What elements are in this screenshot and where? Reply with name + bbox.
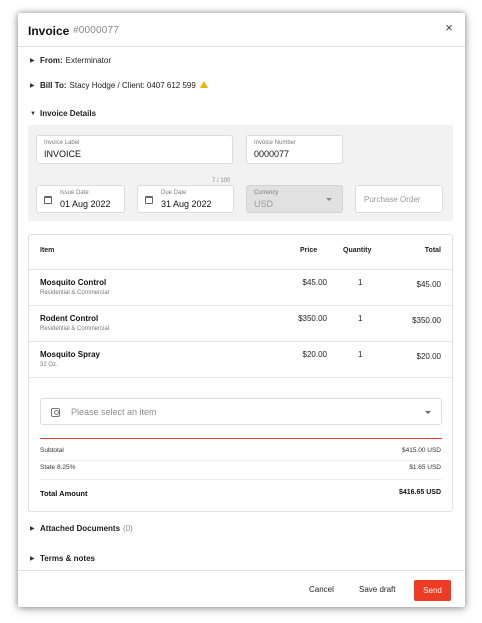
total-amount-label: Total Amount (40, 489, 88, 498)
item-description: 32 Oz. (40, 362, 58, 368)
terms-notes-label: Terms & notes (40, 554, 95, 563)
caret-right-icon: ▶ (30, 58, 35, 64)
terms-notes-section[interactable]: ▶ Terms & notes (30, 554, 98, 563)
invoice-number-label: #0000077 (73, 25, 120, 36)
line-items-card: Item Price Quantity Total Mosquito Contr… (28, 234, 453, 512)
item-total: $20.00 (416, 352, 441, 361)
divider (40, 479, 442, 480)
bill-to-value: Stacy Hodge / Client: 0407 612 599 (69, 81, 196, 90)
caret-right-icon: ▶ (30, 556, 35, 562)
invoice-number-field[interactable]: Invoice Number 0000077 (246, 135, 343, 164)
item-quantity: 1 (358, 350, 363, 359)
modal-header: Invoice #0000077 × (18, 13, 465, 47)
send-button[interactable]: Send (414, 580, 451, 601)
item-description: Residential & Commercial (40, 290, 110, 296)
divider (29, 305, 452, 306)
item-name: Mosquito Control (40, 278, 107, 287)
from-section[interactable]: ▶ From: Exterminator (30, 56, 111, 65)
item-price: $20.00 (302, 350, 327, 359)
invoice-label-value: INVOICE (44, 149, 82, 159)
from-label: From: (40, 56, 63, 65)
warning-icon (199, 81, 208, 88)
invoice-modal: Invoice #0000077 × ▶ From: Exterminator … (18, 13, 465, 607)
currency-value: USD (254, 199, 274, 209)
chevron-down-icon (425, 411, 431, 414)
divider (29, 341, 452, 342)
col-header-total: Total (424, 247, 441, 254)
attached-documents-count: (0) (123, 524, 133, 533)
item-total: $45.00 (416, 280, 441, 289)
divider (40, 438, 442, 439)
invoice-number-field-value: 0000077 (254, 149, 290, 159)
modal-footer: Cancel Save draft Send (18, 570, 465, 607)
issue-date-label: Issue Date (60, 190, 89, 196)
due-date-label: Due Date (161, 190, 187, 196)
issue-date-field[interactable]: Issue Date 01 Aug 2022 (36, 185, 125, 213)
total-amount-value: $416.65 USD (398, 489, 441, 496)
item-total: $350.00 (412, 316, 441, 325)
modal-title: Invoice (28, 24, 70, 38)
item-name: Mosquito Spray (40, 350, 101, 359)
calendar-icon (145, 196, 153, 204)
purchase-order-placeholder: Purchase Order (364, 195, 421, 204)
item-name: Rodent Control (40, 314, 99, 323)
bill-to-section[interactable]: ▶ Bill To: Stacy Hodge / Client: 0407 61… (30, 81, 208, 90)
item-price: $45.00 (302, 278, 327, 287)
subtotal-value: $415.00 USD (401, 447, 441, 454)
issue-date-value: 01 Aug 2022 (60, 199, 111, 209)
from-value: Exterminator (65, 56, 112, 65)
divider (29, 377, 452, 378)
close-button[interactable]: × (441, 20, 457, 36)
calendar-icon (44, 196, 52, 204)
attached-documents-label: Attached Documents (40, 524, 121, 533)
invoice-label-field[interactable]: Invoice Label INVOICE (36, 135, 233, 164)
invoice-details-panel: Invoice Label INVOICE 7 / 100 Invoice Nu… (28, 125, 453, 221)
chevron-down-icon (326, 198, 332, 201)
currency-label: Currency (254, 190, 279, 196)
caret-right-icon: ▶ (30, 83, 35, 89)
attached-documents-section[interactable]: ▶ Attached Documents (0) (30, 524, 133, 533)
divider (40, 460, 442, 461)
currency-select[interactable]: Currency USD (246, 185, 343, 213)
item-select-placeholder: Please select an item (71, 407, 157, 417)
item-description: Residential & Commercial (40, 326, 110, 332)
col-header-item: Item (40, 247, 55, 254)
due-date-field[interactable]: Due Date 31 Aug 2022 (137, 185, 234, 213)
due-date-value: 31 Aug 2022 (161, 199, 212, 209)
caret-right-icon: ▶ (30, 526, 35, 532)
invoice-details-heading: Invoice Details (40, 109, 97, 118)
item-price: $350.00 (298, 314, 327, 323)
divider (29, 269, 452, 270)
save-draft-button[interactable]: Save draft (359, 585, 395, 594)
bill-to-label: Bill To: (40, 81, 67, 90)
caret-down-icon: ▼ (30, 110, 36, 117)
invoice-label-counter: 7 / 100 (212, 178, 231, 184)
purchase-order-field[interactable]: Purchase Order (355, 185, 443, 213)
item-quantity: 1 (358, 278, 363, 287)
tax-label: State 8.25% (40, 464, 76, 471)
item-select[interactable]: Please select an item (40, 398, 442, 425)
tax-value: $1.65 USD (409, 464, 441, 471)
invoice-label-label: Invoice Label (44, 140, 80, 146)
col-header-price: Price (300, 247, 318, 254)
product-box-icon (51, 408, 60, 417)
cancel-button[interactable]: Cancel (309, 585, 334, 594)
subtotal-label: Subtotal (40, 447, 64, 454)
item-quantity: 1 (358, 314, 363, 323)
invoice-details-section[interactable]: ▼ Invoice Details (30, 109, 99, 118)
col-header-quantity: Quantity (343, 247, 372, 254)
invoice-number-field-label: Invoice Number (254, 140, 297, 146)
